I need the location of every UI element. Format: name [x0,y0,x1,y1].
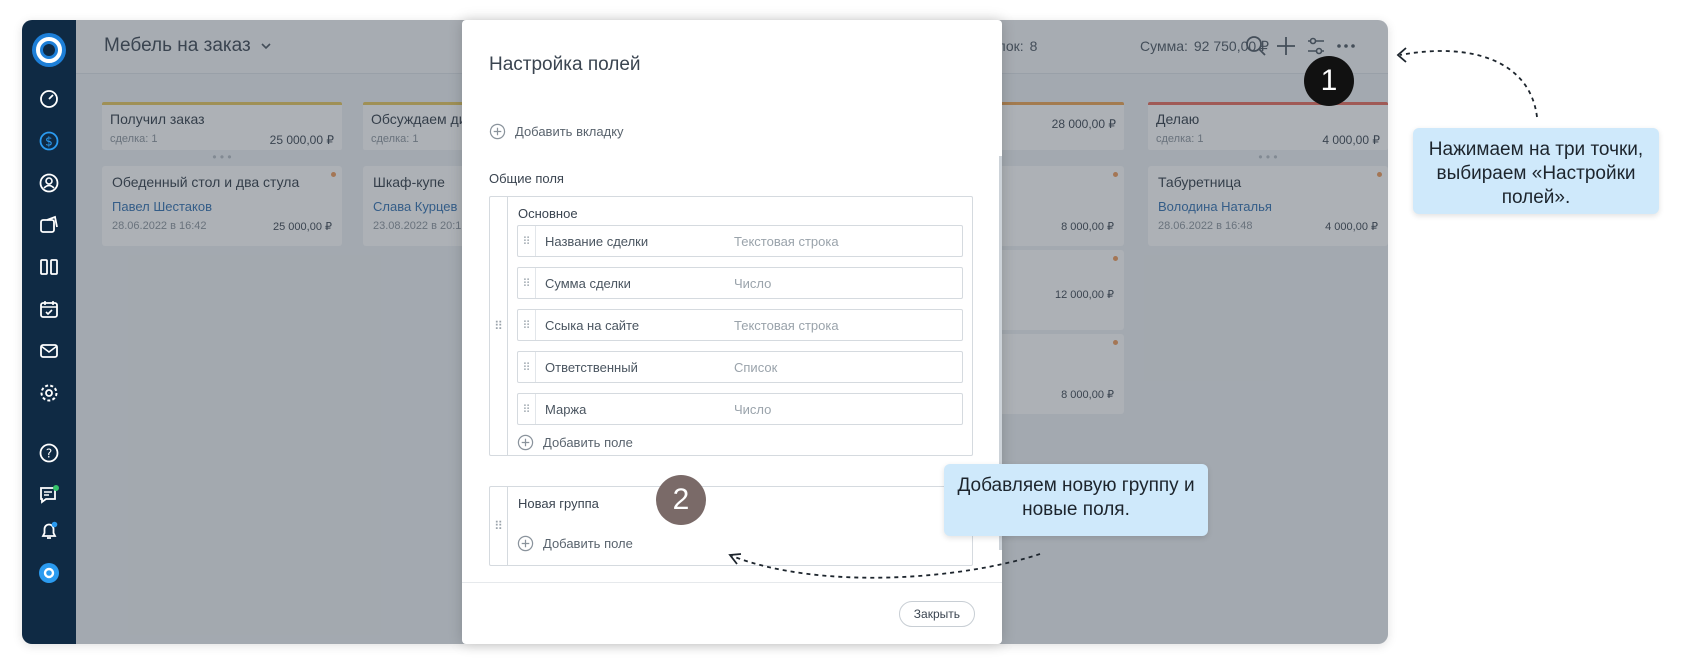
field-name: Ссыка на сайте [545,318,640,333]
profile-avatar-icon[interactable] [36,560,62,586]
contacts-icon[interactable] [36,170,62,196]
add-tab-label: Добавить вкладку [515,124,624,139]
deals-icon[interactable]: $ [36,128,62,154]
close-button[interactable]: Закрыть [898,601,975,627]
plus-circle-icon [489,123,506,140]
field-name: Сумма сделки [545,276,631,291]
group-name[interactable]: Новая группа [518,496,599,511]
sidebar: $ ? [22,20,76,644]
mail-icon[interactable] [36,338,62,364]
drag-handle-icon[interactable]: ⠿ [490,487,508,565]
chat-icon[interactable] [36,482,62,508]
calendar-icon[interactable] [36,296,62,322]
instruction-callout-1: Нажимаем на три точки, выбираем «Настрой… [1413,128,1659,214]
help-icon[interactable]: ? [36,440,62,466]
svg-text:$: $ [45,135,53,149]
field-row[interactable]: ⠿ Маржа Число [517,393,963,425]
app-logo-icon[interactable] [31,32,67,68]
instruction-callout-2: Добавляем новую группу и новые поля. [944,464,1208,536]
add-tab-button[interactable]: Добавить вкладку [489,123,624,140]
group-name[interactable]: Основное [518,206,578,221]
drag-handle-icon[interactable]: ⠿ [490,197,508,455]
notifications-bell-icon[interactable] [36,518,62,544]
field-type: Текстовая строка [734,234,839,249]
step-badge-1: 1 [1304,56,1354,106]
section-label: Общие поля [489,171,564,186]
add-field-button[interactable]: Добавить поле [517,535,633,552]
field-name: Ответственный [545,360,638,375]
field-type: Число [734,276,772,291]
drag-handle-icon[interactable]: ⠿ [518,394,536,424]
add-field-label: Добавить поле [543,536,633,551]
field-row[interactable]: ⠿ Название сделки Текстовая строка [517,225,963,257]
svg-text:?: ? [46,447,52,461]
field-name: Название сделки [545,234,649,249]
products-icon[interactable] [36,212,62,238]
field-name: Маржа [545,402,587,417]
plus-circle-icon [517,434,534,451]
step-badge-2: 2 [656,475,706,525]
field-group-new: ⠿ Новая группа Добавить поле [489,486,973,566]
add-field-button[interactable]: Добавить поле [517,434,633,451]
drag-handle-icon[interactable]: ⠿ [518,226,536,256]
drag-handle-icon[interactable]: ⠿ [518,268,536,298]
field-group-main: ⠿ Основное ⠿ Название сделки Текстовая с… [489,196,973,456]
field-type: Список [734,360,778,375]
drag-handle-icon[interactable]: ⠿ [518,352,536,382]
kanban-icon[interactable] [36,254,62,280]
modal-footer: Закрыть [462,582,1002,644]
field-settings-modal: Настройка полей Добавить вкладку Общие п… [462,20,1002,644]
add-field-label: Добавить поле [543,435,633,450]
screenshot-stage: $ ? Мебель на заказ делок: 8 Сумма: 92 7… [0,0,1684,665]
dashboard-icon[interactable] [36,86,62,112]
modal-title: Настройка полей [489,54,641,75]
field-row[interactable]: ⠿ Сумма сделки Число [517,267,963,299]
plus-circle-icon [517,535,534,552]
field-type: Число [734,402,772,417]
settings-gear-icon[interactable] [36,380,62,406]
field-row[interactable]: ⠿ Ссыка на сайте Текстовая строка [517,309,963,341]
field-type: Текстовая строка [734,318,839,333]
drag-handle-icon[interactable]: ⠿ [518,310,536,340]
field-row[interactable]: ⠿ Ответственный Список [517,351,963,383]
